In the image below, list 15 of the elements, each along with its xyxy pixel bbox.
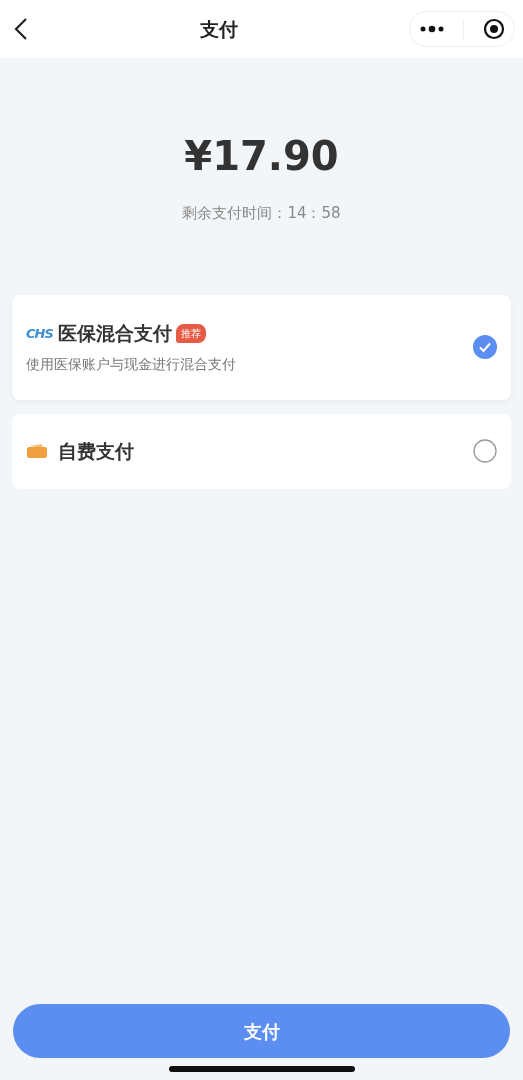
payment-option-card[interactable]: 自费支付 <box>12 413 511 489</box>
option-title: 医保混合支付 <box>58 321 172 347</box>
selected-radio[interactable] <box>473 335 497 359</box>
option-description: 使用医保账户与现金进行混合支付 <box>26 354 237 374</box>
radio-button[interactable] <box>473 439 497 463</box>
back-icon[interactable] <box>14 17 28 41</box>
recommended-badge: 推荐 <box>176 324 206 343</box>
option-title: 自费支付 <box>58 438 134 464</box>
amount: ¥17.90 <box>184 136 339 176</box>
countdown-text: 剩余支付时间：14：58 <box>182 204 341 222</box>
payment-option-card[interactable]: CHS 医保混合支付 推荐 使用医保账户与现金进行混合支付 <box>12 294 511 400</box>
logo: CHS <box>26 324 54 343</box>
page-title: 支付 <box>199 16 238 42</box>
close-target-icon[interactable] <box>482 18 505 40</box>
more-icon[interactable] <box>419 25 444 33</box>
